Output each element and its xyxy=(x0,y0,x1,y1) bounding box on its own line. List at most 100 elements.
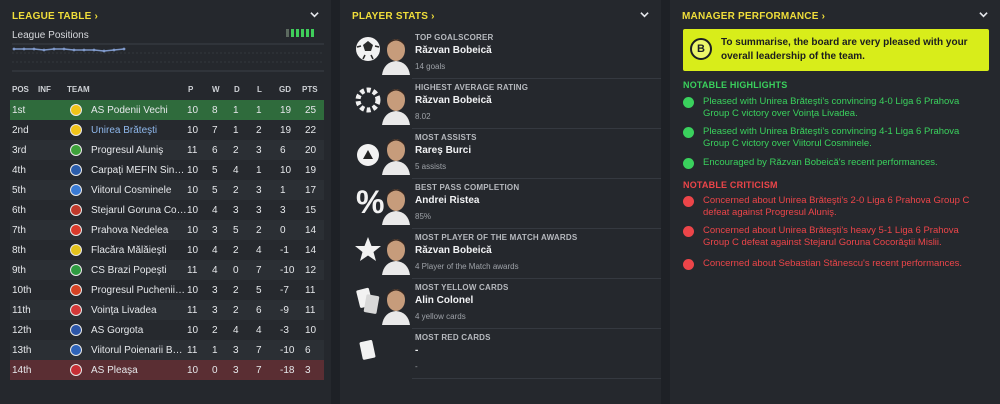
row-position: 3rd xyxy=(12,145,27,156)
player-name-link[interactable]: Rareş Burci xyxy=(415,145,471,156)
manager-performance-header[interactable]: MANAGER PERFORMANCE › xyxy=(682,6,990,26)
player-stat-row[interactable]: HIGHEST AVERAGE RATING Răzvan Bobeică 8.… xyxy=(350,79,661,129)
stat-label: MOST PLAYER OF THE MATCH AWARDS xyxy=(415,233,578,242)
table-row[interactable]: 10th Progresul Puchenii Mari 10 3 2 5 -7 11 xyxy=(10,280,324,300)
row-l: 4 xyxy=(256,245,262,256)
team-name-link[interactable]: Viitorul Poienarii Burchii xyxy=(91,345,187,356)
player-stat-row[interactable]: TOP GOALSCORER Răzvan Bobeică 14 goals xyxy=(350,29,661,79)
manager-performance-title[interactable]: MANAGER PERFORMANCE › xyxy=(682,11,825,22)
player-stat-row[interactable]: MOST YELLOW CARDS Alin Colonel 4 yellow … xyxy=(350,279,661,329)
player-stat-row[interactable]: % BEST PASS COMPLETION Andrei Ristea 85% xyxy=(350,179,661,229)
row-gd: -1 xyxy=(280,245,289,256)
row-gd: -10 xyxy=(280,265,295,276)
team-name-link[interactable]: Viitorul Cosminele xyxy=(91,185,187,196)
chevron-down-icon[interactable] xyxy=(979,10,988,19)
team-crest-icon xyxy=(70,344,82,356)
table-row[interactable]: 11th Voinţa Livadea 11 3 2 6 -9 11 xyxy=(10,300,324,320)
row-gd: 10 xyxy=(280,165,292,176)
table-row[interactable]: 9th CS Brazi Popeşti 11 4 0 7 -10 12 xyxy=(10,260,324,280)
team-crest-icon xyxy=(70,244,82,256)
table-row[interactable]: 12th AS Gorgota 10 2 4 4 -3 10 xyxy=(10,320,324,340)
league-positions-chart xyxy=(12,43,324,72)
team-crest-icon xyxy=(70,104,82,116)
league-table-title[interactable]: LEAGUE TABLE › xyxy=(12,11,98,22)
col-gd[interactable]: GD xyxy=(279,85,291,94)
team-name-link[interactable]: Voinţa Livadea xyxy=(91,305,187,316)
highlight-text: Pleased with Unirea Brăteşti's convincin… xyxy=(703,126,960,149)
player-stat-row[interactable]: MOST PLAYER OF THE MATCH AWARDS Răzvan B… xyxy=(350,229,661,279)
team-name-link[interactable]: AS Gorgota xyxy=(91,325,187,336)
col-team[interactable]: TEAM xyxy=(67,85,90,94)
player-face-icon xyxy=(382,239,410,275)
row-w: 3 xyxy=(212,285,218,296)
row-gd: 3 xyxy=(280,205,286,216)
player-name-link[interactable]: Răzvan Bobeică xyxy=(415,245,492,256)
team-name-link[interactable]: Flacăra Mălăieşti xyxy=(91,245,187,256)
team-name-link[interactable]: Unirea Brăteşti xyxy=(91,125,187,136)
table-row[interactable]: 14th AS Pleaşa 10 0 3 7 -18 3 xyxy=(10,360,324,380)
player-name-link[interactable]: Răzvan Bobeică xyxy=(415,45,492,56)
player-face-icon xyxy=(382,139,410,175)
player-stat-row[interactable]: MOST ASSISTS Rareş Burci 5 assists xyxy=(350,129,661,179)
table-row[interactable]: 5th Viitorul Cosminele 10 5 2 3 1 17 xyxy=(10,180,324,200)
team-name-link[interactable]: Stejarul Goruna Cocorăştii Mislii xyxy=(91,205,187,216)
chevron-down-icon[interactable] xyxy=(310,10,319,19)
team-crest-icon xyxy=(70,224,82,236)
team-crest-icon xyxy=(70,124,82,136)
row-position: 5th xyxy=(12,185,26,196)
row-d: 2 xyxy=(233,185,239,196)
table-row[interactable]: 6th Stejarul Goruna Cocorăştii Mislii10 4 3… xyxy=(10,200,324,220)
table-row[interactable]: 1st AS Podenii Vechi 10 8 1 1 19 25 xyxy=(10,100,324,120)
row-pts: 12 xyxy=(305,265,317,276)
table-row[interactable]: 13th Viitorul Poienarii Burchii 11 1 3 7 -10 6 xyxy=(10,340,324,360)
team-crest-icon xyxy=(70,364,82,376)
table-row[interactable]: 2nd Unirea Brăteşti 10 7 1 2 19 22 xyxy=(10,120,324,140)
team-crest-icon xyxy=(70,324,82,336)
player-stats-header[interactable]: PLAYER STATS › xyxy=(352,6,651,26)
team-crest-icon xyxy=(70,284,82,296)
row-l: 2 xyxy=(256,125,262,136)
team-name-link[interactable]: Progresul Aluniş xyxy=(91,145,187,156)
team-crest-icon xyxy=(70,304,82,316)
row-pts: 19 xyxy=(305,165,317,176)
team-name-link[interactable]: AS Pleaşa xyxy=(91,365,187,376)
player-name-link[interactable]: Răzvan Bobeică xyxy=(415,95,492,106)
col-l[interactable]: L xyxy=(257,85,262,94)
player-name-link[interactable]: Andrei Ristea xyxy=(415,195,479,206)
match-result-icon xyxy=(683,97,694,108)
col-p[interactable]: P xyxy=(188,85,193,94)
table-row[interactable]: 4th Carpaţi MEFIN Sinaia 10 5 4 1 10 19 xyxy=(10,160,324,180)
row-w: 4 xyxy=(212,245,218,256)
table-row[interactable]: 7th Prahova Nedelea 10 3 5 2 0 14 xyxy=(10,220,324,240)
player-name-link[interactable]: Alin Colonel xyxy=(415,295,473,306)
col-pts[interactable]: PTS xyxy=(302,85,318,94)
table-row[interactable]: 8th Flacăra Mălăieşti 10 4 2 4 -1 14 xyxy=(10,240,324,260)
player-name-link[interactable]: - xyxy=(415,345,418,356)
row-pts: 11 xyxy=(305,305,316,316)
league-table-header[interactable]: LEAGUE TABLE › xyxy=(12,6,321,26)
league-positions-label: League Positions xyxy=(12,30,89,41)
team-name-link[interactable]: AS Podenii Vechi xyxy=(91,105,187,116)
row-p: 10 xyxy=(187,165,199,176)
chevron-down-icon[interactable] xyxy=(640,10,649,19)
col-pos[interactable]: POS xyxy=(12,85,29,94)
col-inf[interactable]: INF xyxy=(38,85,51,94)
team-name-link[interactable]: CS Brazi Popeşti xyxy=(91,265,187,276)
team-name-link[interactable]: Carpaţi MEFIN Sinaia xyxy=(91,165,187,176)
table-row[interactable]: 3rd Progresul Aluniş 11 6 2 3 6 20 xyxy=(10,140,324,160)
player-stat-row[interactable]: MOST RED CARDS - - xyxy=(350,329,661,379)
team-name-link[interactable]: Progresul Puchenii Mari xyxy=(91,285,187,296)
row-p: 10 xyxy=(187,125,199,136)
row-w: 8 xyxy=(212,105,218,116)
col-d[interactable]: D xyxy=(234,85,240,94)
row-position: 12th xyxy=(12,325,32,336)
col-w[interactable]: W xyxy=(212,85,220,94)
row-w: 5 xyxy=(212,185,218,196)
row-l: 7 xyxy=(256,265,262,276)
row-w: 3 xyxy=(212,305,218,316)
row-d: 0 xyxy=(233,265,239,276)
row-position: 8th xyxy=(12,245,26,256)
row-p: 11 xyxy=(187,265,198,276)
team-name-link[interactable]: Prahova Nedelea xyxy=(91,225,187,236)
player-stats-title[interactable]: PLAYER STATS › xyxy=(352,11,435,22)
